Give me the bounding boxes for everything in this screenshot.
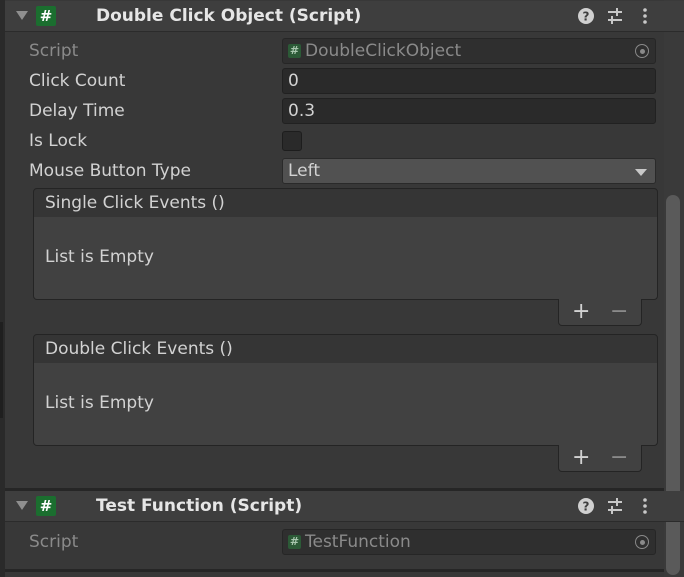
kebab-menu-icon[interactable] — [636, 497, 654, 515]
click-count-field[interactable]: 0 — [282, 68, 656, 94]
remove-element-button[interactable]: − — [610, 446, 628, 470]
script-value: DoubleClickObject — [305, 41, 462, 61]
empty-list-text: List is Empty — [45, 247, 154, 267]
left-edge-mark — [0, 322, 3, 418]
delay-time-label: Delay Time — [29, 101, 125, 121]
svg-text:?: ? — [583, 500, 590, 514]
help-icon[interactable]: ? — [577, 7, 595, 25]
object-picker-icon[interactable] — [635, 44, 649, 58]
component-header-double-click-object[interactable]: # Double Click Object (Script) ? — [5, 1, 684, 32]
script-icon: # — [36, 6, 56, 26]
foldout-arrow-icon[interactable] — [16, 11, 28, 20]
mouse-button-type-dropdown[interactable]: Left — [282, 158, 656, 184]
list-footer-buttons: + − — [558, 299, 642, 326]
list-footer-buttons: + − — [558, 445, 642, 472]
delay-time-value: 0.3 — [288, 101, 316, 121]
click-count-label: Click Count — [29, 71, 126, 91]
event-list-title: Single Click Events () — [45, 193, 225, 213]
svg-text:?: ? — [583, 10, 590, 24]
mouse-button-type-value: Left — [288, 161, 320, 181]
component-title: Test Function (Script) — [96, 496, 303, 516]
script-value: TestFunction — [305, 532, 411, 552]
script-label: Script — [29, 41, 79, 61]
kebab-menu-icon[interactable] — [636, 7, 654, 25]
is-lock-label: Is Lock — [29, 131, 88, 151]
is-lock-checkbox[interactable] — [282, 131, 302, 151]
event-list-header: Double Click Events () — [33, 334, 658, 364]
script-object-field[interactable]: # DoubleClickObject — [282, 38, 656, 64]
delay-time-field[interactable]: 0.3 — [282, 98, 656, 124]
event-list-body: List is Empty — [33, 363, 658, 446]
preset-icon[interactable] — [606, 7, 624, 25]
dropdown-arrow-icon — [635, 169, 647, 176]
event-list-header: Single Click Events () — [33, 188, 658, 218]
preset-icon[interactable] — [606, 497, 624, 515]
component-title: Double Click Object (Script) — [96, 6, 362, 26]
empty-list-text: List is Empty — [45, 393, 154, 413]
add-element-button[interactable]: + — [572, 446, 590, 470]
foldout-arrow-icon[interactable] — [16, 501, 28, 510]
component-divider — [5, 569, 664, 572]
mouse-button-type-label: Mouse Button Type — [29, 161, 191, 181]
click-count-value: 0 — [288, 71, 299, 91]
script-file-icon: # — [288, 535, 301, 549]
script-icon: # — [36, 496, 56, 516]
event-list-title: Double Click Events () — [45, 339, 233, 359]
add-element-button[interactable]: + — [572, 300, 590, 324]
object-picker-icon[interactable] — [635, 535, 649, 549]
script-file-icon: # — [288, 44, 301, 58]
event-list-body: List is Empty — [33, 217, 658, 300]
help-icon[interactable]: ? — [577, 497, 595, 515]
script-label: Script — [29, 532, 79, 552]
component-header-test-function[interactable]: # Test Function (Script) ? — [5, 491, 684, 522]
script-object-field[interactable]: # TestFunction — [282, 529, 656, 555]
remove-element-button[interactable]: − — [610, 300, 628, 324]
